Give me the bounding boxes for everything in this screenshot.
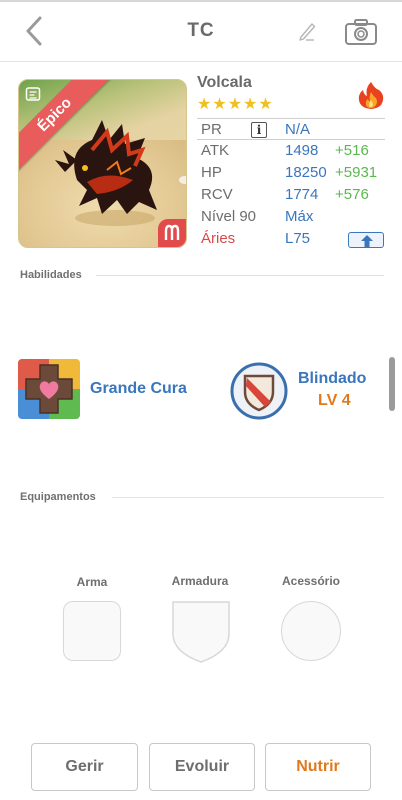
equip-label-accessory: Acessório (281, 574, 341, 588)
weapon-slot[interactable] (63, 601, 121, 661)
section-label-equipment: Equipamentos (20, 491, 96, 503)
stat-row-atk: ATK 1498 +516 (197, 140, 385, 162)
passive-skill-icon[interactable] (230, 362, 288, 420)
leader-skill-name[interactable]: Grande Cura (90, 380, 187, 398)
dragon-name: Volcala (197, 74, 252, 91)
aries-symbol-icon (164, 224, 180, 240)
stat-value: 1774 (285, 186, 319, 203)
stat-label: Nível 90 (201, 208, 257, 225)
stat-label: ATK (201, 142, 230, 159)
page-title: TC (187, 20, 215, 41)
equip-label-weapon: Arma (76, 575, 108, 589)
passive-skill-name[interactable]: Blindado (298, 370, 366, 388)
arrow-up-icon (361, 235, 373, 247)
manage-button[interactable]: Gerir (31, 743, 138, 791)
stat-value: 1498 (285, 142, 319, 159)
stat-row-pr: PR i N/A (197, 118, 385, 140)
stat-label: PR (201, 121, 222, 138)
stat-bonus: +5931 (335, 164, 378, 181)
star-icon: ★ (197, 96, 212, 113)
equip-label-armor: Armadura (171, 574, 229, 588)
heart-cross-icon (18, 359, 80, 419)
sign-upgrade-button[interactable] (348, 232, 384, 248)
info-icon[interactable]: i (251, 122, 267, 138)
stat-bonus: +576 (335, 186, 369, 203)
aries-badge (158, 219, 186, 247)
divider (96, 275, 384, 276)
camera-icon[interactable] (344, 18, 378, 46)
passive-skill-level: LV 4 (318, 392, 351, 409)
star-icon: ★ (243, 96, 258, 113)
stat-row-rcv: RCV 1774 +576 (197, 184, 385, 206)
stat-row-sign: Áries L75 (197, 228, 385, 250)
dragon-image (55, 120, 157, 226)
leader-skill-icon[interactable] (18, 359, 80, 419)
dragon-portrait[interactable]: Épico (18, 79, 187, 248)
fire-icon (358, 82, 384, 109)
stat-value: Máx (285, 208, 314, 225)
star-icon: ★ (258, 96, 273, 113)
pencil-icon[interactable] (297, 20, 317, 42)
star-rating: ★★★★★ (197, 96, 274, 113)
stat-bonus: +516 (335, 142, 369, 159)
section-label-skills: Habilidades (20, 269, 82, 281)
accessory-slot[interactable] (281, 601, 341, 661)
feed-button[interactable]: Nutrir (265, 743, 371, 791)
tag-icon (25, 87, 41, 101)
stat-label: RCV (201, 186, 233, 203)
stats-panel: PR i N/A ATK 1498 +516 HP 18250 +5931 RC… (197, 118, 385, 250)
scrollbar[interactable] (389, 357, 395, 411)
stat-label: HP (201, 164, 222, 181)
stat-row-level: Nível 90 Máx (197, 206, 385, 228)
star-icon: ★ (227, 96, 243, 113)
top-bar: TC (0, 0, 402, 62)
evolve-button[interactable]: Evoluir (149, 743, 255, 791)
armor-slot[interactable] (171, 600, 231, 664)
stat-label: Áries (201, 230, 236, 247)
divider (112, 497, 384, 498)
star-icon: ★ (212, 96, 227, 113)
stat-value: 18250 (285, 164, 327, 181)
stat-value: L75 (285, 230, 311, 247)
shield-icon (230, 362, 288, 420)
rock-decoration (179, 176, 186, 184)
stat-row-hp: HP 18250 +5931 (197, 162, 385, 184)
stat-value: N/A (285, 121, 311, 138)
